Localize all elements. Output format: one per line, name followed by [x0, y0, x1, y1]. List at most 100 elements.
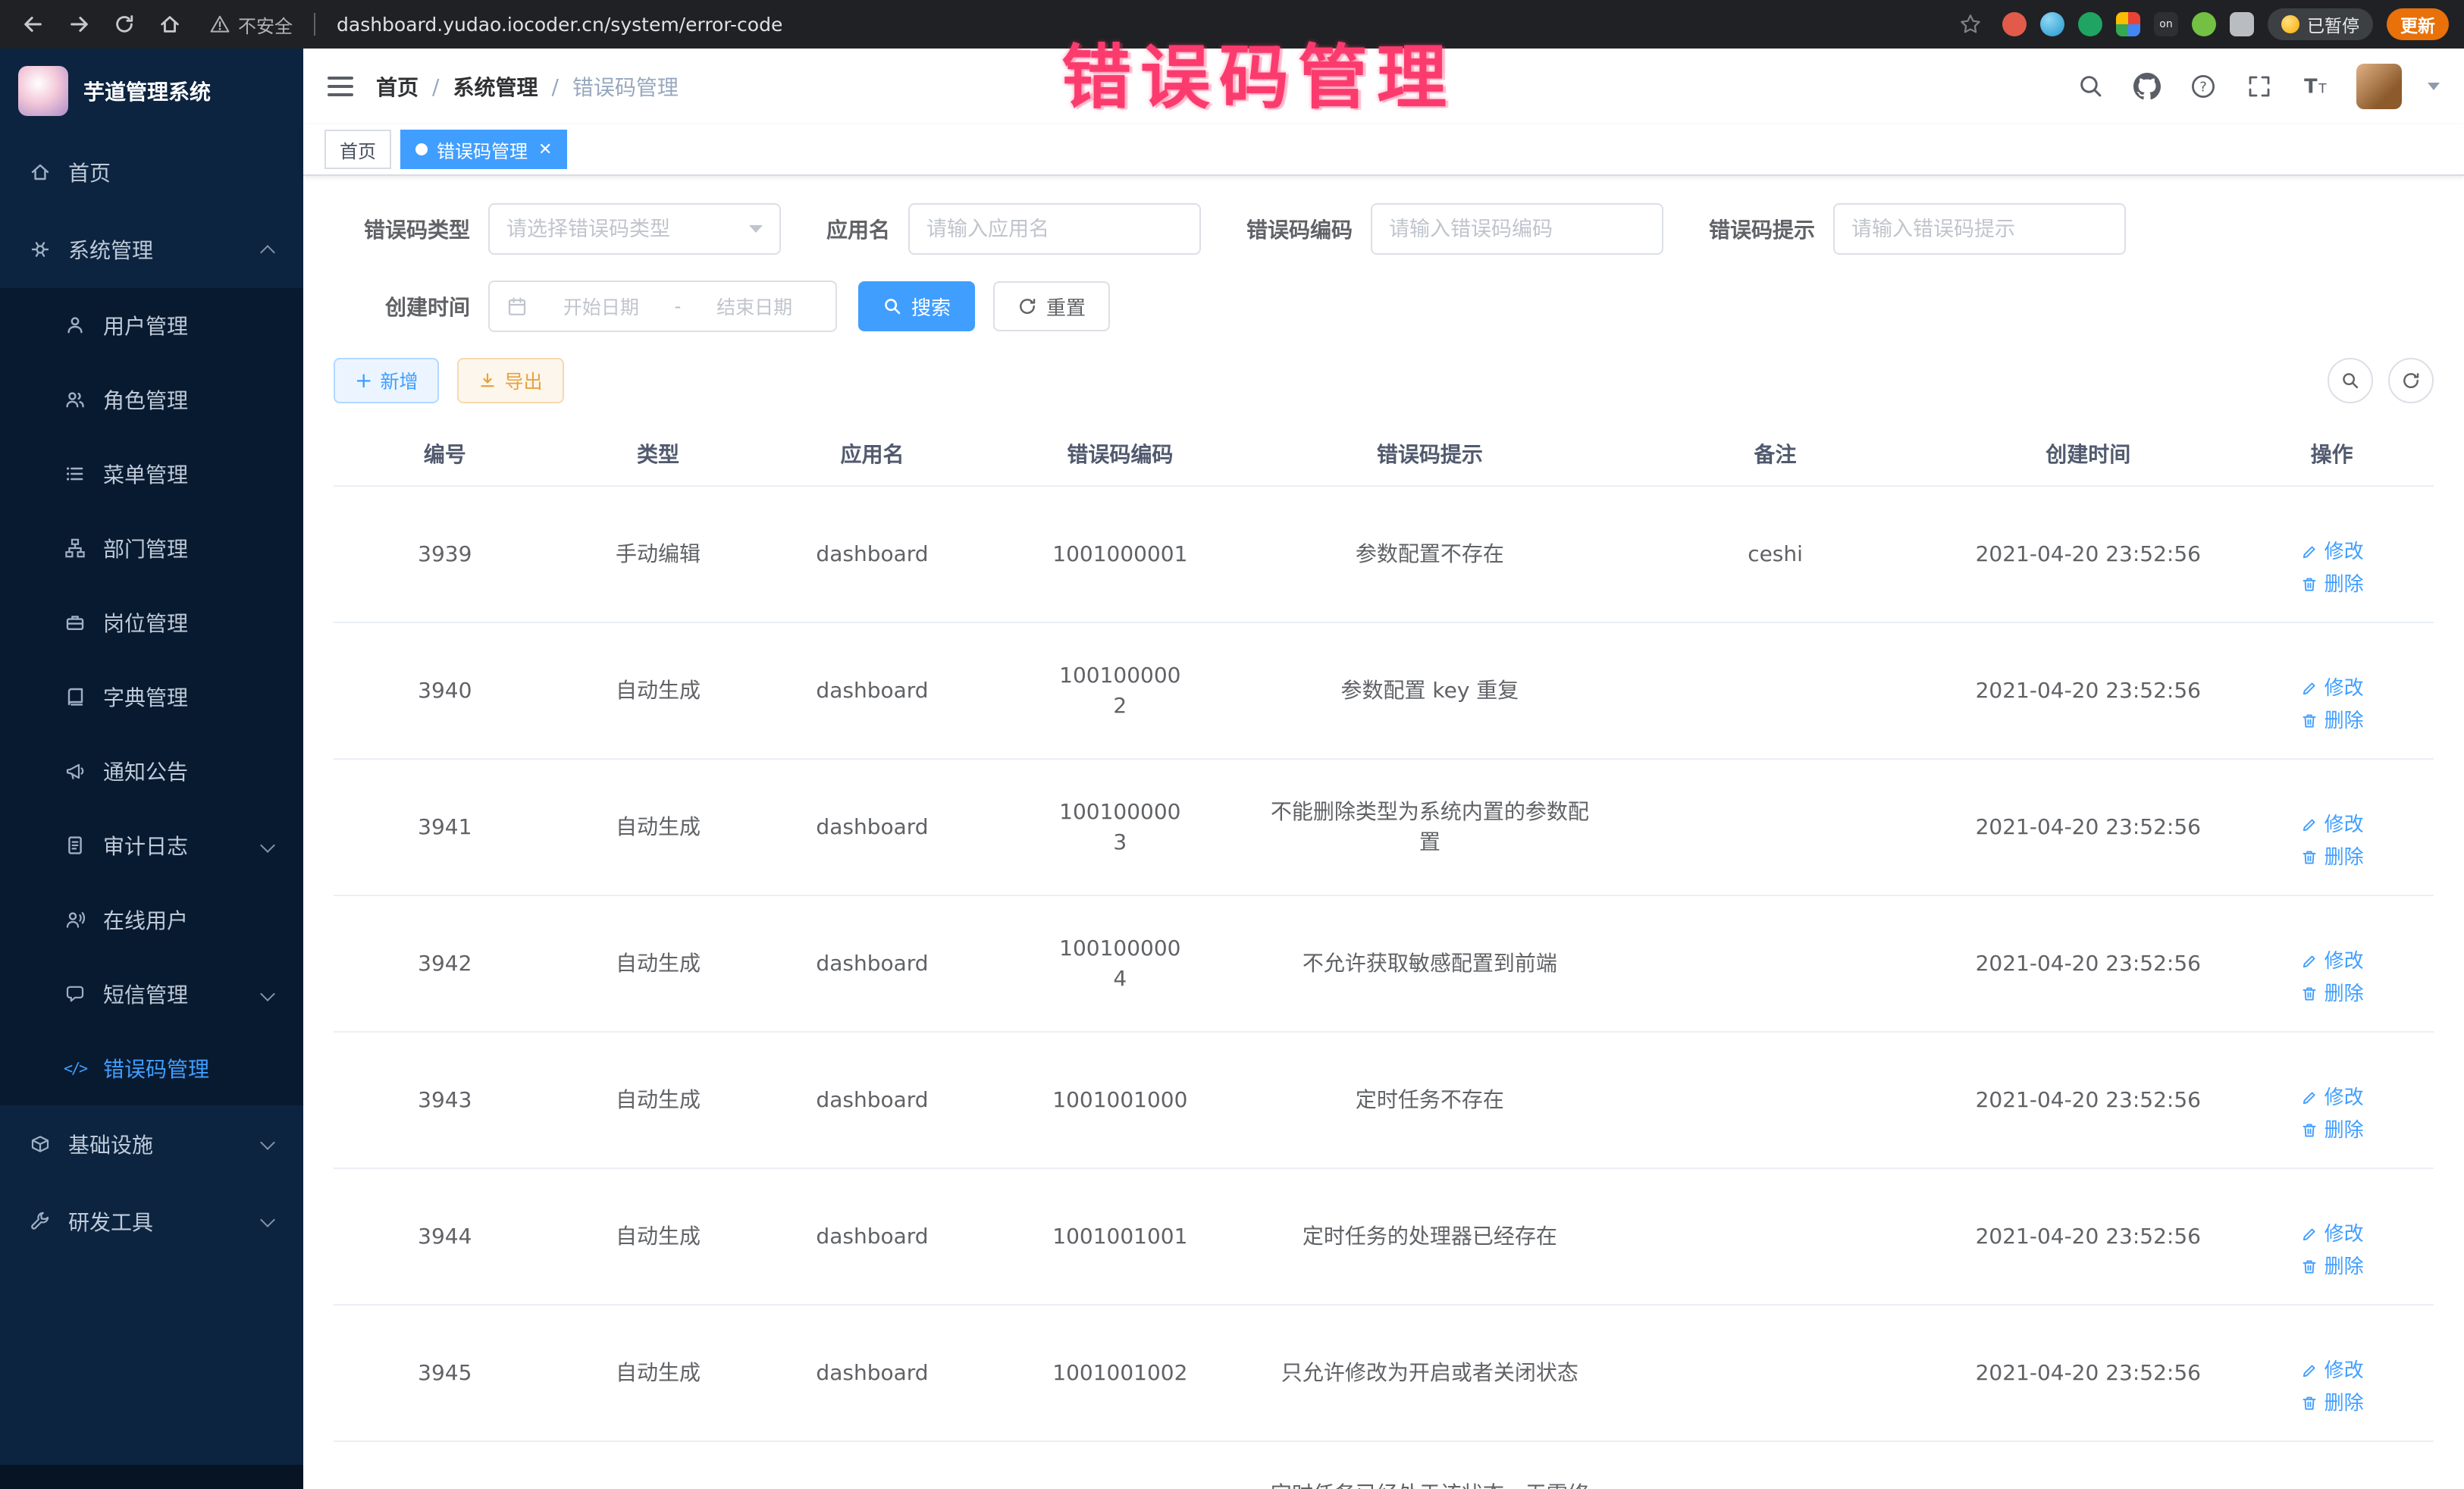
sidebar-logo[interactable]: 芋道管理系统 — [0, 49, 303, 133]
avatar-caret-icon[interactable] — [2428, 83, 2440, 90]
github-icon[interactable] — [2132, 71, 2162, 102]
error-msg-field[interactable] — [1833, 203, 2126, 255]
sidebar-item-roles[interactable]: 角色管理 — [0, 362, 303, 437]
pencil-icon — [2300, 952, 2318, 970]
delete-link[interactable]: 删除 — [2300, 1252, 2364, 1282]
extension-icon-red[interactable] — [2002, 12, 2027, 36]
hamburger-icon[interactable] — [328, 77, 353, 96]
export-button[interactable]: 导出 — [457, 358, 563, 403]
user-avatar[interactable] — [2356, 64, 2402, 109]
sidebar-item-online-users[interactable]: 在线用户 — [0, 882, 303, 957]
update-button[interactable]: 更新 — [2387, 8, 2449, 40]
table-row: 3942 自动生成 dashboard 100100000 4 不允许获取敏感配… — [334, 895, 2434, 1032]
breadcrumb-home[interactable]: 首页 — [376, 71, 419, 102]
app-name-input[interactable] — [926, 218, 1183, 241]
cell-app: dashboard — [760, 1168, 984, 1305]
edit-link[interactable]: 修改 — [2300, 537, 2364, 567]
edit-link[interactable]: 修改 — [2300, 1356, 2364, 1386]
edit-link[interactable]: 修改 — [2300, 1219, 2364, 1249]
home-dashboard-icon — [29, 161, 52, 183]
browser-home-icon[interactable] — [152, 6, 188, 42]
paused-badge[interactable]: 已暂停 — [2268, 8, 2373, 40]
sidebar-item-dictionary[interactable]: 字典管理 — [0, 660, 303, 734]
sidebar: 芋道管理系统 首页 系统管理 用户管理 角色管理 — [0, 49, 303, 1489]
emoji-icon — [2281, 15, 2299, 33]
browser-forward-icon[interactable] — [61, 6, 97, 42]
error-msg-label: 错误码提示 — [1709, 214, 1815, 244]
tab-error-codes[interactable]: 错误码管理 ✕ — [400, 130, 567, 169]
breadcrumb-separator: / — [432, 74, 439, 99]
cell-time: 2021-04-20 23:52:56 — [1946, 1032, 2230, 1168]
browser-back-icon[interactable] — [15, 6, 52, 42]
font-size-icon[interactable]: TT — [2300, 71, 2331, 102]
extension-icon-on[interactable]: on — [2154, 12, 2178, 36]
cell-actions: 修改 删除 — [2230, 1032, 2434, 1168]
sidebar-item-departments[interactable]: 部门管理 — [0, 511, 303, 585]
show-search-button[interactable] — [2328, 358, 2373, 403]
security-warning[interactable]: 不安全 — [209, 11, 293, 38]
sidebar-item-menus[interactable]: 菜单管理 — [0, 437, 303, 511]
fullscreen-icon[interactable] — [2244, 71, 2274, 102]
sidebar-item-infrastructure[interactable]: 基础设施 — [0, 1105, 303, 1183]
page-content: 错误码类型 应用名 错误码编码 — [303, 176, 2464, 1489]
edit-link[interactable]: 修改 — [2300, 810, 2364, 840]
sidebar-item-notices[interactable]: 通知公告 — [0, 734, 303, 808]
url-text[interactable]: dashboard.yudao.iocoder.cn/system/error-… — [337, 14, 1943, 36]
active-dot-icon — [415, 143, 428, 155]
breadcrumb-system[interactable]: 系统管理 — [453, 71, 538, 102]
search-icon — [882, 296, 902, 316]
add-button[interactable]: + 新增 — [334, 358, 439, 403]
cell-actions: 修改 删除 — [2230, 1441, 2434, 1489]
divider — [314, 13, 315, 36]
sidebar-footer — [0, 1465, 303, 1489]
extension-icon-leaf[interactable] — [2192, 12, 2216, 36]
close-icon[interactable]: ✕ — [538, 140, 552, 159]
pencil-icon — [2300, 1362, 2318, 1380]
cell-type: 自动生成 — [556, 1441, 760, 1489]
sidebar-item-system[interactable]: 系统管理 — [0, 211, 303, 288]
date-range-picker[interactable]: 开始日期 - 结束日期 — [488, 281, 837, 332]
edit-link[interactable]: 修改 — [2300, 946, 2364, 976]
error-type-select-input[interactable] — [506, 218, 740, 241]
error-type-select[interactable] — [488, 203, 781, 255]
delete-link[interactable]: 删除 — [2300, 706, 2364, 736]
cell-type: 自动生成 — [556, 895, 760, 1032]
delete-link[interactable]: 删除 — [2300, 842, 2364, 873]
delete-link[interactable]: 删除 — [2300, 979, 2364, 1009]
extension-icon-drop[interactable] — [2040, 12, 2064, 36]
cell-type: 自动生成 — [556, 1305, 760, 1441]
reset-button[interactable]: 重置 — [993, 281, 1110, 331]
sidebar-item-posts[interactable]: 岗位管理 — [0, 585, 303, 660]
sidebar-item-home[interactable]: 首页 — [0, 133, 303, 211]
browser-reload-icon[interactable] — [106, 6, 143, 42]
tab-home[interactable]: 首页 — [324, 130, 391, 169]
edit-link[interactable]: 修改 — [2300, 673, 2364, 704]
cell-remark — [1604, 622, 1947, 759]
help-icon[interactable]: ? — [2188, 71, 2218, 102]
create-time-label: 创建时间 — [334, 291, 470, 321]
sidebar-item-users[interactable]: 用户管理 — [0, 288, 303, 362]
cell-code: 100100000 2 — [985, 622, 1256, 759]
search-icon[interactable] — [2076, 71, 2106, 102]
delete-link[interactable]: 删除 — [2300, 569, 2364, 600]
search-button[interactable]: 搜索 — [858, 281, 975, 331]
sidebar-item-error-codes[interactable]: </> 错误码管理 — [0, 1031, 303, 1105]
sidebar-item-dev-tools[interactable]: 研发工具 — [0, 1183, 303, 1260]
extension-icon-puzzle[interactable] — [2230, 12, 2254, 36]
error-code-table: 编号 类型 应用名 错误码编码 错误码提示 备注 创建时间 操作 3939 — [334, 422, 2434, 1489]
delete-link[interactable]: 删除 — [2300, 1115, 2364, 1146]
extension-icon-green-v[interactable] — [2078, 12, 2102, 36]
delete-link[interactable]: 删除 — [2300, 1388, 2364, 1418]
sidebar-item-sms[interactable]: 短信管理 — [0, 957, 303, 1031]
bookmark-star-icon[interactable] — [1952, 6, 1989, 42]
app-name-field[interactable] — [908, 203, 1201, 255]
col-code: 错误码编码 — [985, 422, 1256, 486]
sidebar-item-audit-logs[interactable]: 审计日志 — [0, 808, 303, 882]
refresh-table-button[interactable] — [2388, 358, 2434, 403]
edit-link[interactable]: 修改 — [2300, 1083, 2364, 1113]
error-code-input[interactable] — [1389, 218, 1645, 241]
error-msg-input[interactable] — [1851, 218, 2108, 241]
extension-icon-grid[interactable] — [2116, 12, 2140, 36]
table-row: 3944 自动生成 dashboard 1001001001 定时任务的处理器已… — [334, 1168, 2434, 1305]
error-code-field[interactable] — [1371, 203, 1663, 255]
